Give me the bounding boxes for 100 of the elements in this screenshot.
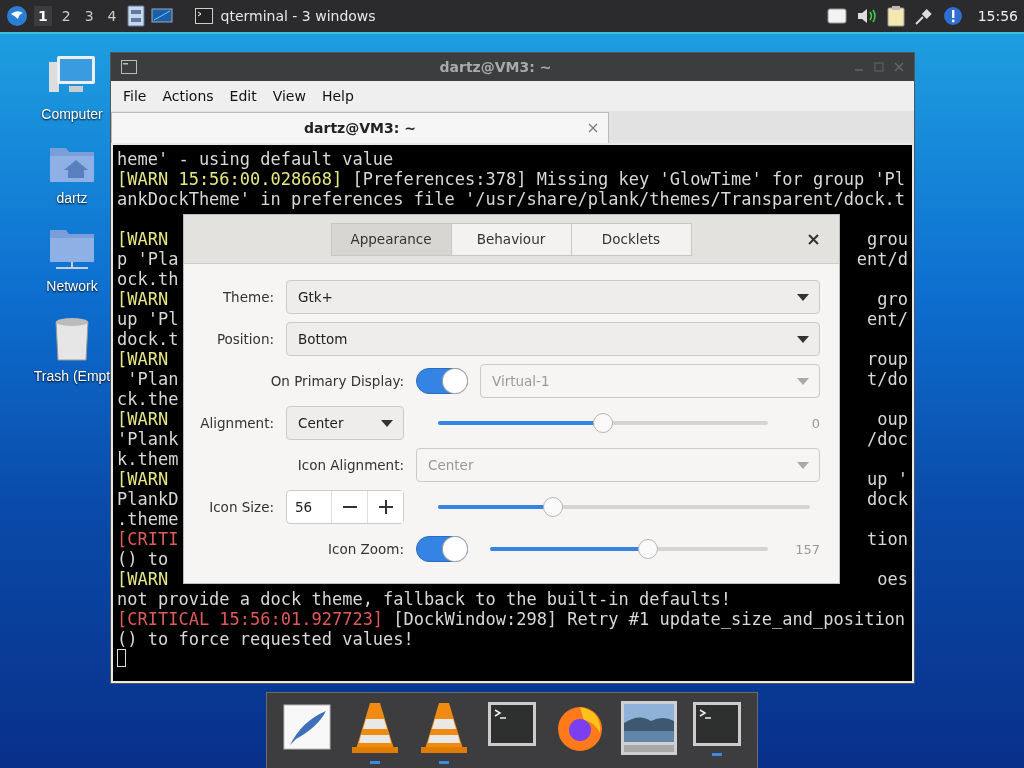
field-label: On Primary Display:: [269, 373, 404, 389]
log-text: oup: [877, 409, 909, 429]
log-text: tion: [867, 529, 909, 549]
log-level: [WARN 15:56:00.028668]: [117, 169, 343, 189]
log-text: k.them: [117, 449, 179, 469]
clock[interactable]: 15:56: [977, 8, 1018, 24]
traffic-cone-icon[interactable]: [350, 701, 401, 755]
clipboard-icon[interactable]: [886, 5, 905, 27]
tab[interactable]: Docklets: [570, 222, 692, 256]
log-text: roup: [867, 349, 909, 369]
toggle-switch[interactable]: [416, 536, 468, 562]
spin-box[interactable]: 56: [286, 490, 404, 524]
log-text: ankDockTheme' in preferences file '/usr/share/plank/themes/Transparent/dock.t: [117, 189, 906, 209]
network-folder-icon[interactable]: [48, 228, 96, 272]
log-level: [WARN: [117, 409, 169, 429]
drive-icon[interactable]: [826, 7, 847, 25]
field-label: Icon Alignment:: [296, 457, 404, 473]
workspace-button[interactable]: 4: [103, 6, 121, 26]
log-text: .theme: [117, 509, 179, 529]
monitor-icon[interactable]: [150, 7, 173, 25]
increment-button[interactable]: [367, 491, 403, 523]
caret-icon: [381, 419, 393, 427]
log-level: [CRITICAL 15:56:01.927723]: [117, 609, 384, 629]
log-text: dock.t: [117, 329, 179, 349]
caret-icon: [797, 335, 809, 343]
log-text: PlankD: [117, 489, 179, 509]
workspace-button[interactable]: 3: [80, 6, 98, 26]
field-label: Icon Zoom:: [327, 541, 404, 557]
log-text: () to force requested values!: [117, 629, 414, 649]
log-level: [WARN: [117, 469, 169, 489]
terminal-icon[interactable]: [691, 701, 742, 747]
plug-icon[interactable]: [913, 6, 934, 26]
spin-value[interactable]: 56: [287, 491, 331, 523]
log-text: ock.th: [117, 269, 179, 289]
log-text: [Preferences:378] Missing key 'GlowTime' for group 'Pl: [352, 169, 906, 189]
desktop-icon-label[interactable]: dartz: [56, 190, 88, 206]
slider-value: 157: [794, 541, 820, 557]
log-level: [CRITI: [117, 529, 179, 549]
log-text: dock: [867, 489, 909, 509]
menu-item[interactable]: View: [264, 88, 314, 104]
menu-item[interactable]: Actions: [154, 88, 222, 104]
log-text: 'Plan: [126, 369, 179, 389]
terminal-icon: [121, 60, 137, 74]
log-text: up 'Pl: [117, 309, 179, 329]
desktop-icon-label[interactable]: Computer: [41, 106, 103, 122]
feather-notepad-icon[interactable]: [282, 701, 333, 751]
slider-value: 0: [810, 415, 820, 431]
caret-icon: [797, 377, 809, 385]
menu-item[interactable]: Edit: [221, 88, 265, 104]
trash-icon[interactable]: [52, 316, 92, 362]
terminal-icon: [194, 8, 213, 24]
field-label: Position:: [215, 331, 274, 347]
plus-icon: [378, 500, 393, 514]
taskbar-button[interactable]: qterminal - 3 windows: [188, 7, 382, 25]
menu-item[interactable]: File: [115, 88, 155, 104]
workspace-button[interactable]: 2: [57, 6, 75, 26]
workspace-button[interactable]: 1: [34, 6, 52, 26]
slider-thumb[interactable]: [543, 497, 564, 517]
terminal-icon[interactable]: [487, 701, 537, 747]
menu-item[interactable]: Help: [313, 88, 362, 104]
desktop-icon-label[interactable]: Network: [46, 278, 98, 294]
log-text: ent/: [867, 309, 909, 329]
log-level: [WARN: [117, 569, 169, 589]
log-text: 'Plank: [117, 429, 179, 449]
log-text: t/do: [867, 369, 909, 389]
log-text: up ': [867, 469, 909, 489]
tab[interactable]: Behaviour: [450, 222, 572, 256]
info-icon[interactable]: [942, 6, 963, 26]
caret-icon: [797, 293, 809, 301]
slider-thumb[interactable]: [593, 413, 613, 433]
close-icon[interactable]: [808, 234, 819, 245]
desktop-icon-label[interactable]: Trash (Empt: [33, 368, 111, 384]
dropdown[interactable]: Center: [286, 406, 404, 440]
log-text: oes: [877, 569, 909, 589]
terminal-tab[interactable]: dartz@VM3: ~: [111, 112, 609, 143]
minus-icon: [342, 506, 357, 508]
dropdown[interactable]: Gtk+: [286, 280, 820, 314]
log-text: () to: [117, 549, 169, 569]
caret-icon: [797, 461, 809, 469]
log-text: ent/d: [856, 249, 909, 269]
bird-logo-icon[interactable]: [6, 5, 28, 27]
traffic-cone-icon[interactable]: [418, 701, 469, 755]
tab[interactable]: Appearance: [330, 222, 452, 256]
log-text: gro: [877, 289, 909, 309]
field-label: Alignment:: [199, 415, 274, 431]
log-level: [WARN: [117, 289, 169, 309]
text-cursor: [117, 649, 126, 667]
log-level: [WARN: [117, 229, 169, 249]
log-text: ck.the: [117, 389, 179, 409]
volume-icon[interactable]: [855, 6, 878, 26]
log-level: [WARN: [117, 349, 169, 369]
slider-thumb[interactable]: [638, 539, 659, 559]
field-label: Icon Size:: [208, 499, 274, 515]
log-text: not provide a dock theme, fallback to the built-in defaults!: [117, 589, 732, 609]
dropdown[interactable]: Bottom: [286, 322, 820, 356]
file-cabinet-icon[interactable]: [126, 5, 145, 27]
log-text: /doc: [867, 429, 909, 449]
log-text: heme' - using default value: [117, 149, 394, 169]
window-title: dartz@VM3: ~: [438, 59, 553, 75]
log-text: p 'Pla: [117, 249, 179, 269]
